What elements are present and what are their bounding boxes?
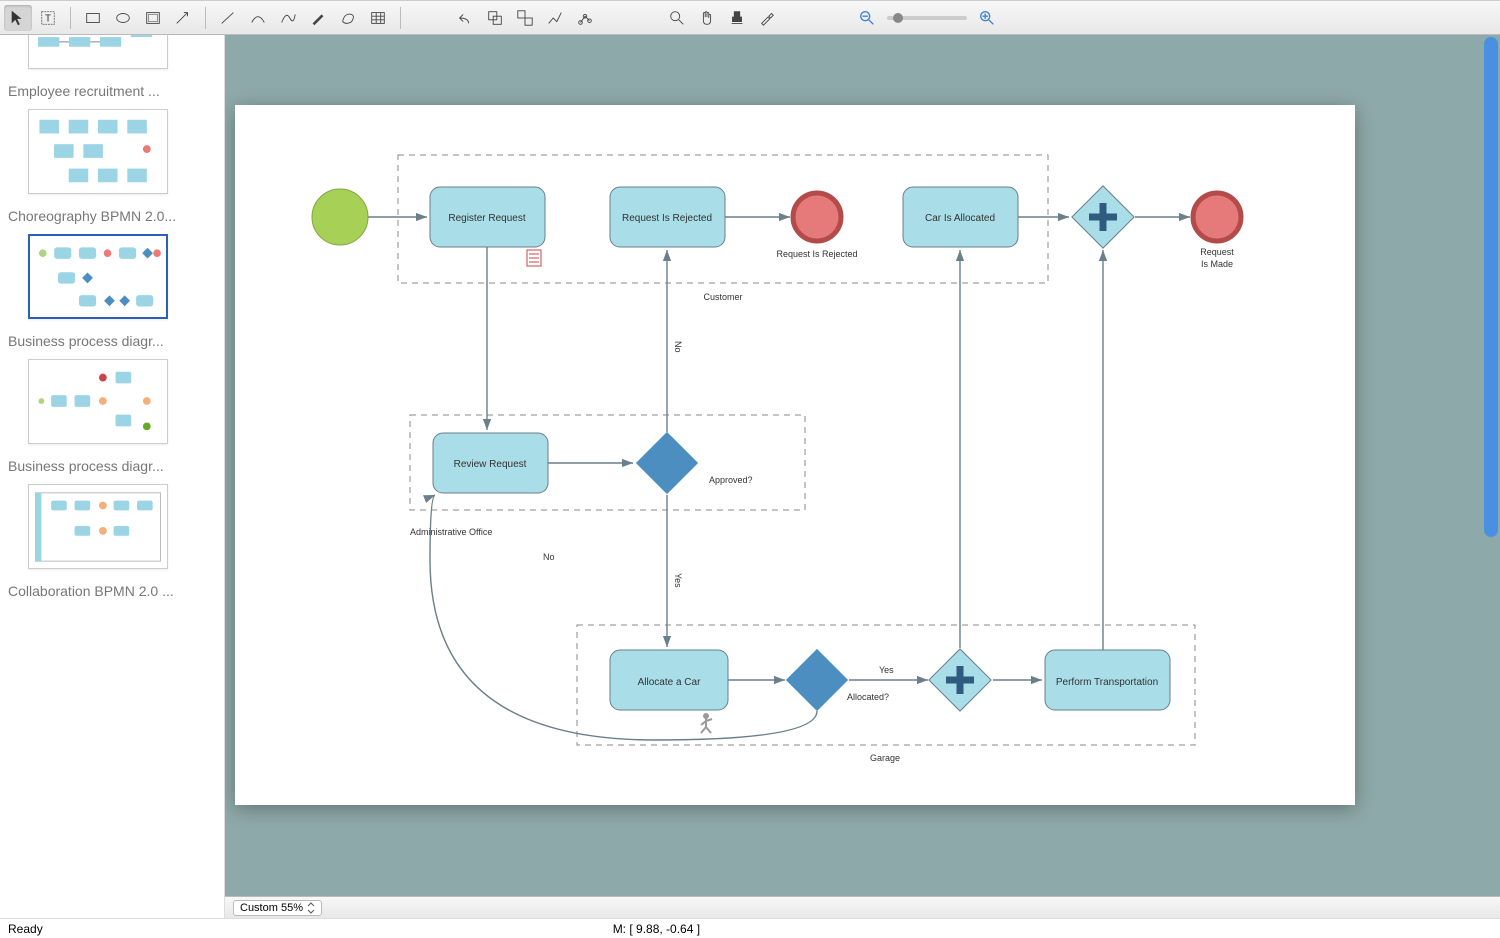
- status-coords: M: [ 9.88, -0.64 ]: [613, 922, 700, 936]
- thumbnail-4[interactable]: [28, 484, 168, 569]
- zoom-in-button[interactable]: [973, 5, 1001, 31]
- chevron-updown-icon: [307, 902, 315, 914]
- pan-tool[interactable]: [693, 5, 721, 31]
- distribute-button[interactable]: [571, 5, 599, 31]
- register-request-label: Register Request: [448, 213, 525, 224]
- thumbnail-label-3: Business process diagr...: [8, 448, 216, 478]
- align-button[interactable]: [541, 5, 569, 31]
- thumbnail-label-2: Business process diagr...: [8, 323, 216, 353]
- stamp-tool[interactable]: [723, 5, 751, 31]
- start-event[interactable]: [312, 189, 368, 245]
- undo-button[interactable]: [451, 5, 479, 31]
- table-tool[interactable]: [364, 5, 392, 31]
- edge-yes2-label: Yes: [879, 665, 894, 675]
- zoom-select[interactable]: Custom 55%: [233, 900, 322, 916]
- rect-tool[interactable]: [79, 5, 107, 31]
- line-tool[interactable]: [214, 5, 242, 31]
- zoom-fit-tool[interactable]: [663, 5, 691, 31]
- container-tool[interactable]: [139, 5, 167, 31]
- end-made-label-1: Request: [1200, 247, 1234, 257]
- thumbnail-label-0: Employee recruitment ...: [8, 73, 216, 103]
- admin-pool-label: Administrative Office: [410, 527, 492, 537]
- status-ready: Ready: [8, 922, 43, 936]
- edge-no1-label: No: [673, 341, 683, 353]
- allocate-car-label: Allocate a Car: [638, 677, 701, 688]
- arrow-tool[interactable]: [169, 5, 197, 31]
- end-event-rejected[interactable]: [793, 193, 841, 241]
- request-rejected-task-label: Request Is Rejected: [622, 213, 712, 224]
- thumbnail-0[interactable]: [28, 35, 168, 69]
- edge-yes1-label: Yes: [673, 573, 683, 588]
- review-request-label: Review Request: [454, 459, 527, 470]
- arc-tool[interactable]: [244, 5, 272, 31]
- status-bar: Ready M: [ 9.88, -0.64 ]: [0, 918, 1500, 938]
- curve-tool[interactable]: [274, 5, 302, 31]
- thumbnail-3[interactable]: [28, 359, 168, 444]
- edge-no2-label: No: [543, 552, 555, 562]
- parallel-gateway-bottom[interactable]: [929, 649, 991, 711]
- end-made-label-2: Is Made: [1201, 259, 1233, 269]
- main-area: Employee recruitment ... Choreography BP…: [0, 35, 1500, 918]
- text-tool[interactable]: T: [34, 5, 62, 31]
- pointer-tool[interactable]: [4, 5, 32, 31]
- bpmn-diagram: Customer Administrative Office Garage Re…: [235, 105, 1355, 805]
- allocated-gateway[interactable]: [786, 649, 848, 711]
- page-thumbnails-sidebar: Employee recruitment ... Choreography BP…: [0, 35, 225, 918]
- canvas-area[interactable]: Customer Administrative Office Garage Re…: [225, 35, 1500, 896]
- eyedropper-tool[interactable]: [753, 5, 781, 31]
- svg-text:T: T: [45, 13, 51, 24]
- diagram-paper[interactable]: Customer Administrative Office Garage Re…: [235, 105, 1355, 805]
- thumbnail-label-1: Choreography BPMN 2.0...: [8, 198, 216, 228]
- vertical-scrollbar[interactable]: [1484, 37, 1498, 537]
- end-event-made[interactable]: [1193, 193, 1241, 241]
- thumbnail-2-selected[interactable]: [28, 234, 168, 319]
- thumbnail-1[interactable]: [28, 109, 168, 194]
- canvas-holder: Customer Administrative Office Garage Re…: [225, 35, 1500, 918]
- customer-pool-label: Customer: [703, 292, 742, 302]
- parallel-gateway-top[interactable]: [1072, 186, 1134, 248]
- approved-gateway[interactable]: [636, 432, 698, 494]
- canvas-footer: Custom 55%: [225, 896, 1500, 918]
- zoom-select-label: Custom 55%: [240, 902, 303, 914]
- lasso-tool[interactable]: [334, 5, 362, 31]
- person-icon: [701, 713, 712, 733]
- thumbnail-label-4: Collaboration BPMN 2.0 ...: [8, 573, 216, 603]
- end-rejected-label: Request Is Rejected: [776, 249, 857, 259]
- zoom-out-button[interactable]: [853, 5, 881, 31]
- ellipse-tool[interactable]: [109, 5, 137, 31]
- car-allocated-label: Car Is Allocated: [925, 213, 995, 224]
- zoom-controls: [853, 5, 1001, 31]
- allocated-label: Allocated?: [847, 692, 889, 702]
- main-toolbar: T: [0, 1, 1500, 35]
- ungroup-button[interactable]: [511, 5, 539, 31]
- garage-pool-label: Garage: [870, 753, 900, 763]
- pen-tool[interactable]: [304, 5, 332, 31]
- group-button[interactable]: [481, 5, 509, 31]
- app-root: T Employ: [0, 0, 1500, 938]
- perform-transport-label: Perform Transportation: [1056, 677, 1158, 688]
- approved-label: Approved?: [709, 475, 753, 485]
- zoom-slider[interactable]: [887, 16, 967, 20]
